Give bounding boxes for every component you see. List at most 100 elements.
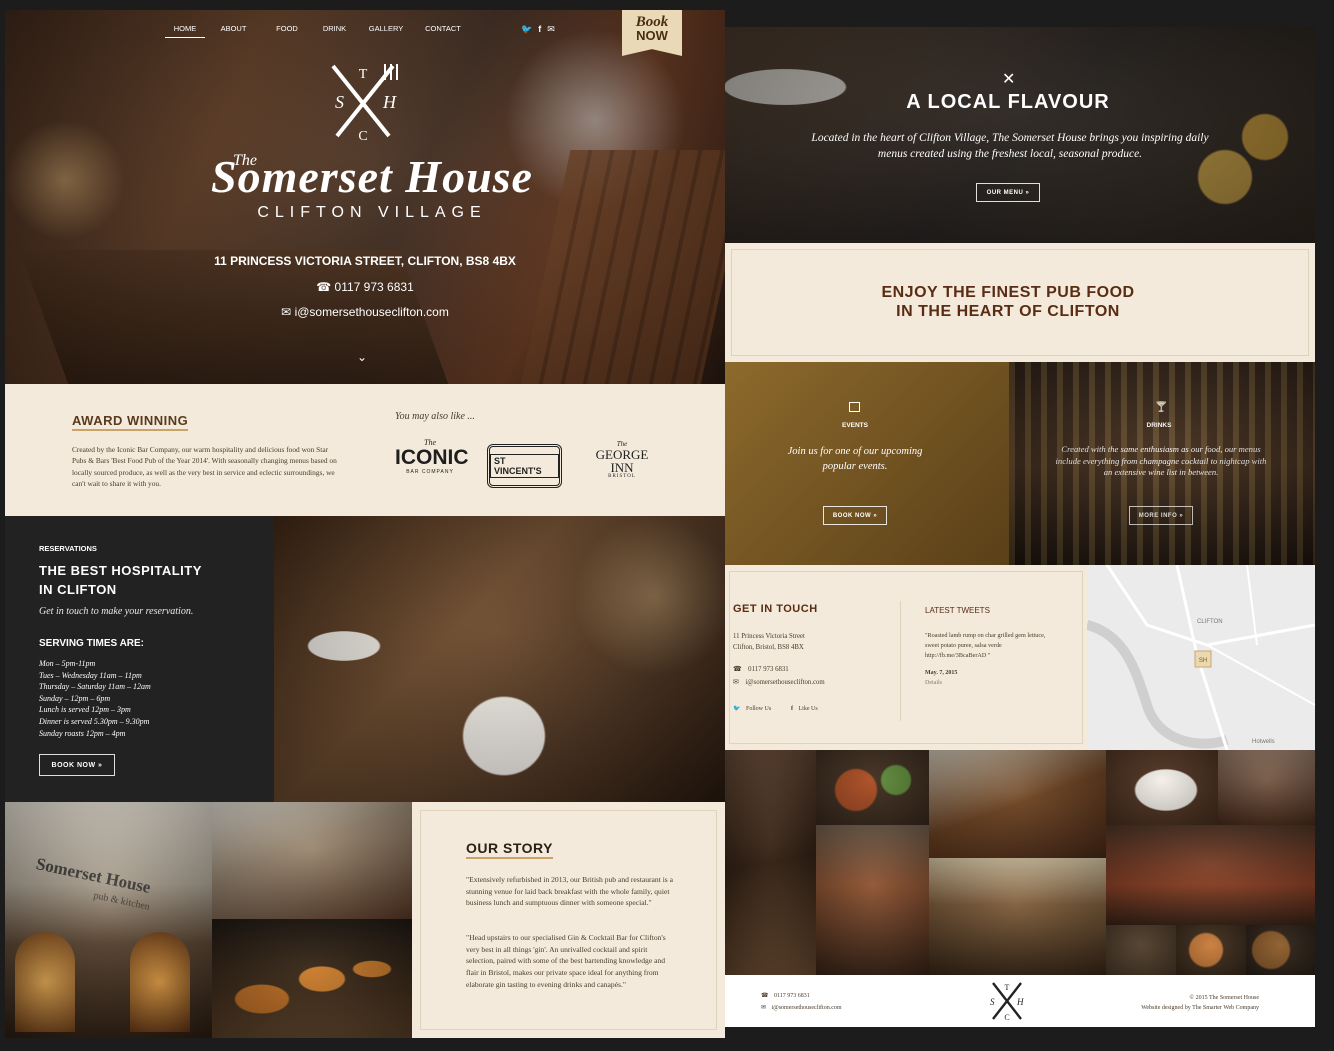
footer-email-row: ✉ i@somersethouseclifton.com — [761, 1003, 842, 1015]
footer-email[interactable]: i@somersethouseclifton.com — [772, 1005, 842, 1011]
contact-phone[interactable]: 0117 973 6831 — [748, 666, 789, 673]
nav-gallery[interactable]: GALLERY — [357, 24, 415, 38]
map-street-clifton: CLIFTON — [1197, 619, 1223, 625]
photo-gallery — [725, 750, 1315, 975]
monogram-logo: T S H C — [323, 62, 403, 144]
local-heading: A LOCAL FLAVOUR — [906, 91, 1110, 113]
serving-time: Thursday – Saturday 11am – 12am — [39, 682, 151, 692]
burger-photo — [212, 919, 412, 1038]
gallery-photo[interactable] — [929, 858, 1106, 975]
nav-drink[interactable]: DRINK — [312, 24, 357, 38]
phone-icon: ☎ — [733, 666, 742, 673]
nav-about[interactable]: ABOUT — [205, 24, 262, 38]
window-decor — [130, 932, 190, 1032]
contact-email-row: ✉ i@somersethouseclifton.com — [733, 677, 825, 689]
phone-icon: ☎ — [761, 993, 769, 999]
gallery-photo[interactable] — [1218, 750, 1315, 825]
reservations-panel: RESERVATIONS THE BEST HOSPITALITY IN CLI… — [5, 516, 274, 802]
svg-text:T: T — [1005, 983, 1010, 992]
nav-home[interactable]: HOME — [165, 24, 205, 38]
george-logo[interactable]: The GEORGE INN BRISTOL — [589, 440, 655, 479]
svg-text:C: C — [358, 129, 367, 142]
iconic-logo[interactable]: The ICONIC BAR COMPANY — [395, 438, 469, 498]
hero-title: Somerset House — [211, 151, 533, 202]
main-nav: HOME ABOUT FOOD DRINK GALLERY CONTACT — [165, 24, 485, 38]
serving-times-heading: SERVING TIMES ARE: — [39, 638, 145, 649]
svg-text:H: H — [1016, 997, 1024, 1007]
pub-interior-photo — [212, 802, 412, 919]
svg-text:S: S — [990, 997, 995, 1007]
like-us-link[interactable]: f Like Us — [791, 704, 818, 716]
follow-us-link[interactable]: 🐦 Follow Us — [733, 704, 771, 716]
scroll-down-icon[interactable]: ⌄ — [357, 350, 367, 364]
serving-time: Tues – Wednesday 11am – 11pm — [39, 670, 142, 680]
story-paragraph-1: "Extensively refurbished in 2013, our Br… — [466, 875, 674, 908]
story-heading: OUR STORY — [466, 840, 553, 859]
stvincents-logo[interactable]: ST VINCENT'S — [487, 444, 562, 488]
hero-email[interactable]: i@somersethouseclifton.com — [295, 305, 449, 319]
tweet-text: "Roasted lamb rump on char grilled gem l… — [925, 632, 1046, 659]
events-label: EVENTS — [841, 422, 868, 429]
phone-icon: ☎ — [316, 280, 332, 294]
social-icons: 🐦 f ✉ — [521, 24, 555, 35]
story-section: OUR STORY "Extensively refurbished in 20… — [412, 802, 725, 1038]
also-like-label: You may also like ... — [395, 411, 475, 422]
map-marker-label: SH — [1199, 658, 1207, 664]
contact-address-1: 11 Princess Victoria Street — [733, 633, 805, 640]
tweet-details-link[interactable]: Details — [925, 678, 942, 690]
gallery-photo[interactable] — [1176, 925, 1246, 975]
nav-contact[interactable]: CONTACT — [415, 24, 471, 38]
right-page: ✕ A LOCAL FLAVOUR Located in the heart o… — [725, 27, 1315, 1027]
contact-heading: GET IN TOUCH — [733, 603, 818, 615]
gallery-photo[interactable] — [1246, 925, 1315, 975]
reservations-label: RESERVATIONS — [39, 544, 97, 553]
mail-icon[interactable]: ✉ — [547, 24, 555, 35]
george-inn: INN — [610, 460, 634, 475]
map-street-hotwells: Hotwells — [1252, 739, 1275, 745]
twitter-icon[interactable]: 🐦 — [521, 24, 532, 35]
footer-phone[interactable]: 0117 973 6831 — [774, 993, 810, 999]
close-x-icon: ✕ — [1002, 71, 1016, 88]
gallery-photo[interactable] — [1106, 925, 1176, 975]
facebook-icon[interactable]: f — [538, 24, 541, 35]
gallery-photo[interactable] — [929, 750, 1106, 858]
finest-line-2: IN THE HEART OF CLIFTON — [896, 303, 1120, 320]
reservations-intro: Get in touch to make your reservation. — [39, 606, 194, 617]
hero-phone[interactable]: 0117 973 6831 — [335, 280, 414, 294]
nav-food[interactable]: FOOD — [262, 24, 312, 38]
svg-text:H: H — [382, 92, 397, 112]
drinks-text: Created with the same enthusiasm as our … — [1055, 444, 1267, 478]
hero-email-row: ✉ i@somersethouseclifton.com — [155, 305, 575, 319]
contact-divider — [900, 601, 901, 721]
gallery-photo[interactable] — [1106, 750, 1218, 825]
martini-icon: 🍸 — [1155, 402, 1168, 413]
finest-line-1: ENJOY THE FINEST PUB FOOD — [881, 284, 1135, 301]
our-menu-button[interactable]: OUR MENU » — [976, 183, 1040, 202]
svg-text:S: S — [335, 92, 344, 112]
serving-time: Lunch is served 12pm – 3pm — [39, 705, 131, 715]
gallery-photo[interactable] — [816, 825, 929, 975]
book-now-banner[interactable]: Book NOW — [622, 10, 682, 56]
george-bristol: BRISTOL — [608, 474, 636, 479]
reservations-heading-1: THE BEST HOSPITALITY — [39, 563, 202, 578]
hero-address: 11 PRINCESS VICTORIA STREET, CLIFTON, BS… — [214, 254, 516, 268]
serving-time: Mon – 5pm-11pm — [39, 659, 96, 668]
serving-time: Dinner is served 5.30pm – 9.30pm — [39, 716, 150, 726]
iconic-name: ICONIC — [395, 446, 469, 469]
follow-us-label: Follow Us — [745, 706, 772, 712]
story-frame — [420, 810, 717, 1030]
gallery-photo[interactable] — [816, 750, 929, 825]
mail-icon: ✉ — [761, 1005, 767, 1011]
reservations-book-button[interactable]: BOOK NOW » — [39, 754, 115, 776]
gallery-photo[interactable] — [725, 750, 816, 975]
location-map[interactable]: SH CLIFTON Hotwells — [1087, 565, 1315, 750]
knife-fork-icon: T S H C — [331, 64, 398, 144]
drinks-more-button[interactable]: MORE INFO » — [1129, 506, 1193, 525]
contact-email[interactable]: i@somersethouseclifton.com — [745, 679, 824, 686]
contact-phone-row: ☎ 0117 973 6831 — [733, 664, 789, 676]
facebook-icon: f — [791, 706, 793, 712]
serving-times-list: Mon – 5pm-11pm Tues – Wednesday 11am – 1… — [39, 658, 151, 739]
events-book-button[interactable]: BOOK NOW » — [823, 506, 887, 525]
footer-credit[interactable]: Website designed by The Smarter Web Comp… — [1141, 1003, 1259, 1015]
gallery-photo[interactable] — [1106, 825, 1315, 925]
